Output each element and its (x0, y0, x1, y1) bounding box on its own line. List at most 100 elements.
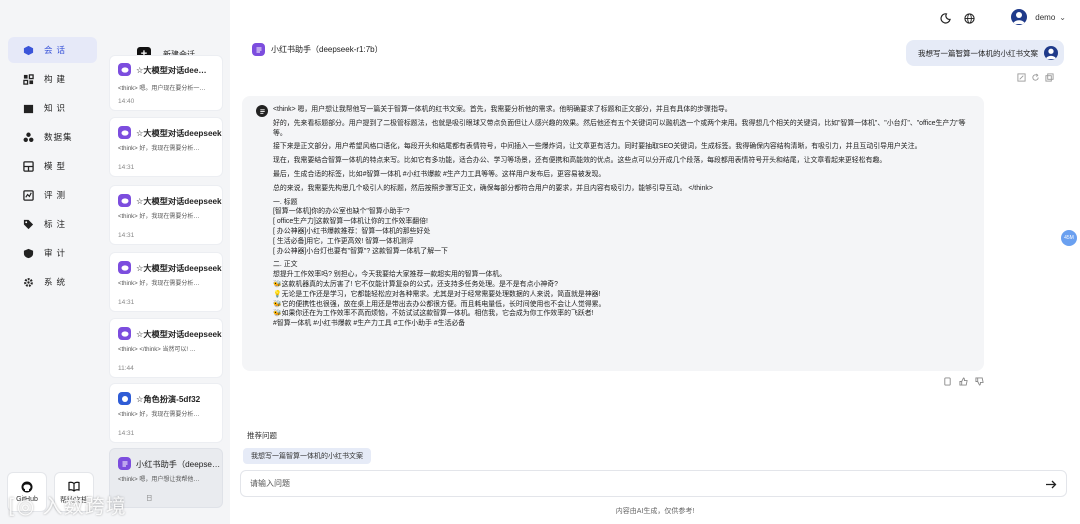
model-icon (22, 160, 34, 172)
nav-label: 标注 (44, 219, 70, 229)
edit-icon[interactable] (1016, 72, 1026, 82)
nav-item-model[interactable]: 模型 (8, 153, 97, 179)
build-icon (22, 73, 34, 85)
chat-bubble-icon (118, 261, 131, 274)
float-badge[interactable]: 45M (1061, 230, 1077, 246)
notes-icon (252, 43, 265, 56)
watermark: [◎ 入数跨境 (8, 494, 127, 518)
nav-item-annotate[interactable]: 标注 (8, 211, 97, 237)
answer-line: 总的来说，我需要先构思几个吸引人的标题，然后按照步骤写正文，确保每部分都符合用户… (273, 184, 713, 192)
answer-line: 接下来是正文部分，用户希望风格口语化，每段开头和结尾都有表情符号，中间插入一些爆… (273, 143, 922, 151)
nav-item-audit[interactable]: 审计 (8, 240, 97, 266)
session-card[interactable]: ☆大模型对话deepseek <think> 好，我现在需要分析… 14:31 (109, 185, 223, 245)
answer-line: 最后，生成合适的标签，比如#智算一体机 #小红书爆款 #生产力工具等等。这样用户… (273, 170, 606, 178)
answer-line: 🐝如果你还在为工作效率不高而烦恼，不妨试试这款智算一体机。相信我，它会成为你工作… (273, 310, 594, 318)
evaluate-icon (22, 189, 34, 201)
theme-toggle-icon[interactable] (938, 11, 952, 25)
session-time: 14:31 (118, 164, 135, 171)
answer-line: [智算一体机]你的办公室也缺个"智算小助手"? (273, 208, 410, 216)
chat-panel: 小红书助手（deepseek-r1:7b） 我想写一篇智算一体机的小红书文案 <… (230, 35, 1080, 524)
answer-line: 好的，先来看标题部分。用户提到了二极管标题法，也就是吸引眼球又带点负面但让人感兴… (273, 119, 966, 137)
nav-label: 审计 (44, 248, 70, 258)
session-list: + 新建会话 ☆大模型对话dee… <think> 嗯。用户现在要分析一… 14… (104, 35, 230, 524)
session-card[interactable]: ☆角色扮演-5df32 <think> 好，我现在需要分析… 14:31 (109, 383, 223, 443)
copy-icon[interactable] (942, 376, 952, 386)
answer-line: [ office生产力]这款智算一体机让你的工作效率翻倍! (273, 218, 428, 226)
chat-bubble-icon (118, 327, 131, 340)
left-nav: 会话 构建 知识 数据集 模型 评测 标注 审计 系统 GitHub 帮助文档 (0, 0, 104, 524)
session-card[interactable]: ☆大模型对话dee… <think> 嗯。用户现在要分析一… 14:40 (109, 55, 223, 111)
session-preview: <think> 好，我现在需要分析… (118, 412, 200, 418)
answer-line: 🐝这款机器真的太厉害了! 它不仅能计算复杂的公式，还支持多任务处理。是不是有点小… (273, 280, 558, 288)
chat-bubble-icon (118, 126, 131, 139)
user-name: demo (1035, 12, 1056, 22)
session-title: ☆角色扮演-5df32 (136, 394, 201, 404)
session-time: 11:44 (118, 365, 134, 372)
thumbs-down-icon[interactable] (974, 376, 984, 386)
session-preview: <think> </think> 当然可以! … (118, 347, 196, 353)
session-title: ☆大模型对话deepseek (136, 329, 222, 339)
session-preview: <think> 嗯，用户想让我帮他… (118, 477, 200, 483)
chat-bubble-icon (118, 63, 131, 76)
answer-line: 🐝它的便携性也很强，放在桌上用还是带出去办公都很方便。而且耗电量低，长时间使用也… (273, 300, 606, 308)
assistant-message-tools (942, 376, 984, 386)
session-preview: <think> 好，我现在需要分析… (118, 146, 200, 152)
nav-item-build[interactable]: 构建 (8, 66, 97, 92)
nav-label: 会话 (44, 45, 70, 55)
answer-line: [ 办公神器]小台灯也要有"智算"? 这款智算一体机了解一下 (273, 247, 448, 255)
nav-label: 数据集 (44, 132, 73, 142)
assistant-message-text: <think> 嗯，用户想让我帮他写一篇关于智算一体机的红书文案。首先，我需要分… (273, 105, 973, 329)
dataset-icon (22, 131, 34, 143)
refresh-icon[interactable] (1030, 72, 1040, 82)
nav-item-system[interactable]: 系统 (8, 269, 97, 295)
globe-icon[interactable] (962, 11, 976, 25)
answer-line: [ 生活必备]用它，工作更高效! 智算一体机测评 (273, 237, 414, 245)
chat-header: 小红书助手（deepseek-r1:7b） (246, 43, 383, 56)
user-message-tools (1016, 72, 1054, 82)
answer-line: [ 办公神器]小红书爆款推荐：智算一体机的那些好处 (273, 227, 431, 235)
user-message-bubble: 我想写一篇智算一体机的小红书文案 (906, 40, 1064, 66)
send-arrow-icon[interactable] (1044, 477, 1058, 491)
session-preview: <think> 好，我现在需要分析… (118, 281, 200, 287)
nav-item-evaluate[interactable]: 评测 (8, 182, 97, 208)
answer-line: #智算一体机 #小红书爆款 #生产力工具 #工作小助手 #生活必备 (273, 320, 466, 328)
session-title: ☆大模型对话dee… (136, 65, 207, 75)
answer-line: 想提升工作效率吗? 别担心，今天我要给大家推荐一款超实用的智算一体机。 (273, 271, 507, 279)
session-card[interactable]: ☆大模型对话deepseek <think> 好，我现在需要分析… 14:31 (109, 117, 223, 177)
nav-label: 知识 (44, 103, 70, 113)
question-input[interactable] (250, 479, 1010, 488)
session-title: 小红书助手（deepseek-r1:7b） (136, 459, 222, 469)
thumbs-up-icon[interactable] (958, 376, 968, 386)
top-bar: demo ⌄ (230, 0, 1080, 35)
assistant-message: <think> 嗯，用户想让我帮他写一篇关于智算一体机的红书文案。首先，我需要分… (242, 96, 984, 371)
session-card[interactable]: ☆大模型对话deepseek <think> 好，我现在需要分析… 14:31 (109, 252, 223, 312)
nav-item-dataset[interactable]: 数据集 (8, 124, 97, 150)
session-time: 日 (146, 495, 153, 502)
session-title: ☆大模型对话deepseek (136, 196, 222, 206)
question-input-box (240, 470, 1067, 497)
recommend-question-chip[interactable]: 我想写一篇智算一体机的小红书文案 (243, 448, 371, 464)
user-menu[interactable]: demo ⌄ (1011, 9, 1066, 25)
session-card[interactable]: ☆大模型对话deepseek <think> </think> 当然可以! … … (109, 318, 223, 378)
nav-label: 评测 (44, 190, 70, 200)
bot-avatar-icon (256, 105, 268, 117)
session-title: ☆大模型对话deepseek (136, 263, 222, 273)
nav-label: 模型 (44, 161, 70, 171)
avatar (1044, 46, 1058, 60)
answer-line: 💡无论是工作还是学习，它都能轻松应对各种需求。尤其是对于经常需要处理数据的人来说… (273, 290, 601, 298)
session-time: 14:31 (118, 430, 135, 437)
answer-line: 现在，我需要结合智算一体机的特点来写。比如它有多功能，适合办公、学习等场景，还有… (273, 157, 887, 165)
answer-line: 二. 正文 (273, 261, 298, 269)
book-icon (22, 102, 34, 114)
avatar (1011, 9, 1028, 25)
session-time: 14:31 (118, 299, 135, 306)
gear-icon (22, 276, 34, 288)
session-preview: <think> 好，我现在需要分析… (118, 214, 200, 220)
copy-icon[interactable] (1044, 72, 1054, 82)
nav-item-knowledge[interactable]: 知识 (8, 95, 97, 121)
shield-icon (22, 247, 34, 259)
chevron-down-icon: ⌄ (1059, 12, 1066, 22)
chat-bubble-icon (118, 194, 131, 207)
nav-item-chat[interactable]: 会话 (8, 37, 97, 63)
session-preview: <think> 嗯。用户现在要分析一… (118, 86, 206, 92)
